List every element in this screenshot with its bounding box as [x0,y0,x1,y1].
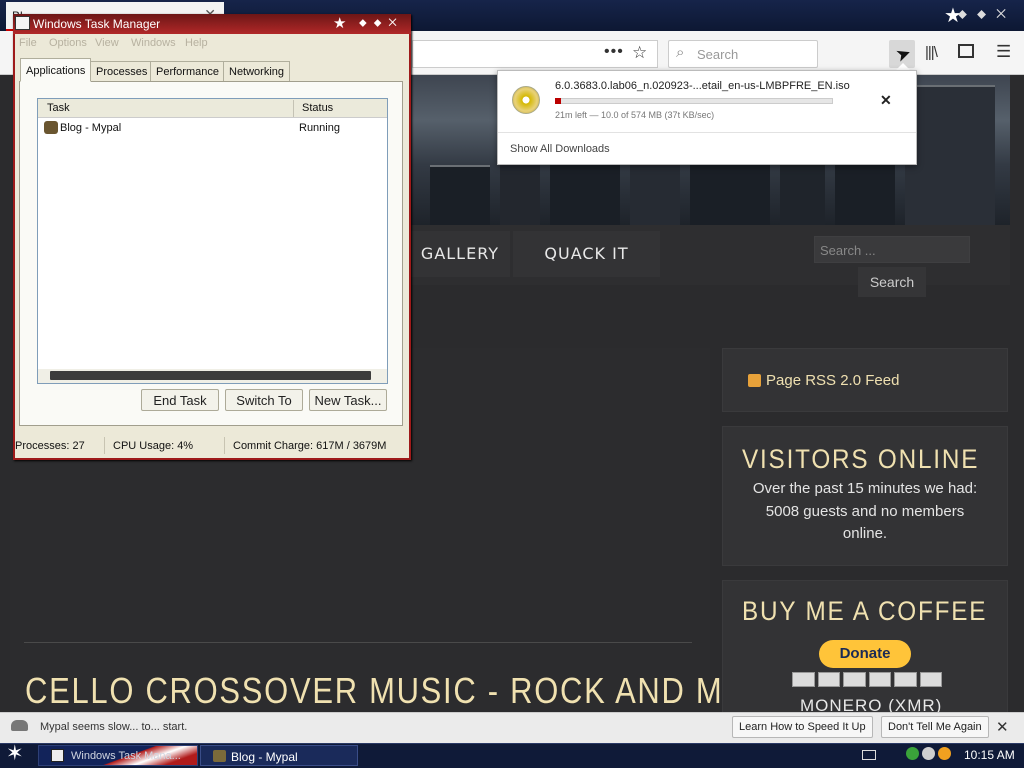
switch-to-button[interactable]: Switch To [225,389,303,411]
amex-card-icon [868,672,891,687]
mastercard-icon [817,672,840,687]
library-icon[interactable]: |||\ [925,44,938,61]
site-search-input[interactable]: Search ... [814,236,970,263]
menu-help[interactable]: Help [185,37,208,49]
maestro-card-icon [843,672,866,687]
task-manager-titlebar[interactable]: Windows Task Manager ★ ⬥⬥✕ [13,14,411,34]
bookmark-star-icon[interactable]: ☆ [632,43,647,63]
bank-card-icon [919,672,942,687]
site-search-button[interactable]: Search [858,267,926,297]
task-manager-icon [51,749,64,762]
window-buttons[interactable]: ⬥⬥✕ [359,17,404,30]
post-title[interactable]: CELLO CROSSOVER MUSIC - ROCK AND METAL [25,670,805,712]
column-separator[interactable] [293,100,294,117]
end-task-button[interactable]: End Task [141,389,219,411]
task-manager-menu: File Options View Windows Help [15,34,409,54]
download-status: 21m left — 10.0 of 574 MB (37t KB/sec) [555,110,715,120]
menu-windows[interactable]: Windows [131,37,176,49]
keyboard-icon[interactable] [862,750,876,760]
visitors-title: VISITORS ONLINE [742,444,980,474]
discover-card-icon [894,672,917,687]
scrollbar-thumb[interactable] [50,371,371,380]
donate-button[interactable]: Donate [819,640,911,668]
cancel-download-icon[interactable]: ✕ [880,92,892,109]
column-task[interactable]: Task [47,102,70,114]
taskbar-item-task-manager[interactable]: Windows Task Mana... [38,745,198,766]
disc-image-icon [512,86,540,114]
coffee-title: BUY ME A COFFEE [742,596,988,626]
menu-view[interactable]: View [95,37,119,49]
search-icon: ⌕ [676,44,685,61]
status-cpu: CPU Usage: 4% [113,440,194,452]
system-tray [906,747,956,763]
hamburger-menu-icon[interactable]: ☰ [996,42,1011,62]
task-manager-title: Windows Task Manager [33,17,161,31]
start-button-icon[interactable]: ✶ [6,741,24,766]
volume-icon[interactable] [922,747,935,760]
nav-item-quack-it[interactable]: QUACK IT [513,231,660,277]
mypal-app-icon [44,121,58,134]
payment-cards [792,672,942,687]
taskbar-item-blog[interactable]: Blog - Mypal [200,745,358,766]
mypal-app-icon [213,750,226,762]
show-all-downloads-link[interactable]: Show All Downloads [510,143,610,155]
tab-performance[interactable]: Performance [150,61,225,82]
taskbar-item-label: Windows Task Mana... [71,750,181,762]
rss-feed-link[interactable]: Page RSS 2.0 Feed [766,372,899,389]
rss-icon [748,374,761,387]
task-name: Blog - Mypal [60,122,122,134]
download-progress-track [555,98,833,104]
browser-search-placeholder: Search [697,47,739,62]
status-commit: Commit Charge: 617M / 3679M [233,440,387,452]
nav-item-gallery[interactable]: GALLERY [410,231,510,277]
page-actions-icon[interactable]: ••• [604,43,624,61]
visa-card-icon [792,672,815,687]
new-task-button[interactable]: New Task... [309,389,387,411]
search-icon[interactable] [938,747,951,760]
divider [498,132,916,133]
learn-speed-button[interactable]: Learn How to Speed It Up [732,716,873,738]
tab-processes[interactable]: Processes [90,61,154,82]
status-processes: Processes: 27 [15,440,85,452]
network-icon[interactable] [906,747,919,760]
clock[interactable]: 10:15 AM [964,748,1015,762]
notification-text: Mypal seems slow... to... start. [40,721,188,733]
divider [24,642,692,643]
taskbar-item-label: Blog - Mypal [231,750,298,764]
sidebar-icon[interactable] [958,44,974,58]
download-file-name[interactable]: 6.0.3683.0.lab06_n.020923-...etail_en-us… [555,80,850,92]
close-icon[interactable]: ✕ [996,718,1009,736]
turtle-icon [11,720,28,731]
task-list-header: Task Status [38,99,387,118]
column-status[interactable]: Status [302,102,333,114]
task-status: Running [299,122,340,134]
window-controls[interactable]: ⬥⬥✕ [958,6,1016,22]
tab-applications[interactable]: Applications [20,58,92,82]
star-icon: ★ [333,15,347,32]
tab-networking[interactable]: Networking [223,61,291,82]
visitors-text: Over the past 15 minutes we had: 5008 gu… [752,480,978,542]
dont-tell-again-button[interactable]: Don't Tell Me Again [881,716,989,738]
site-search-placeholder: Search ... [820,243,876,258]
browser-search-input[interactable]: ⌕ Search [668,40,818,68]
task-manager-icon [15,16,30,30]
download-progress-fill [555,98,561,104]
menu-file[interactable]: File [19,37,37,49]
menu-options[interactable]: Options [49,37,87,49]
task-list[interactable] [37,98,388,384]
